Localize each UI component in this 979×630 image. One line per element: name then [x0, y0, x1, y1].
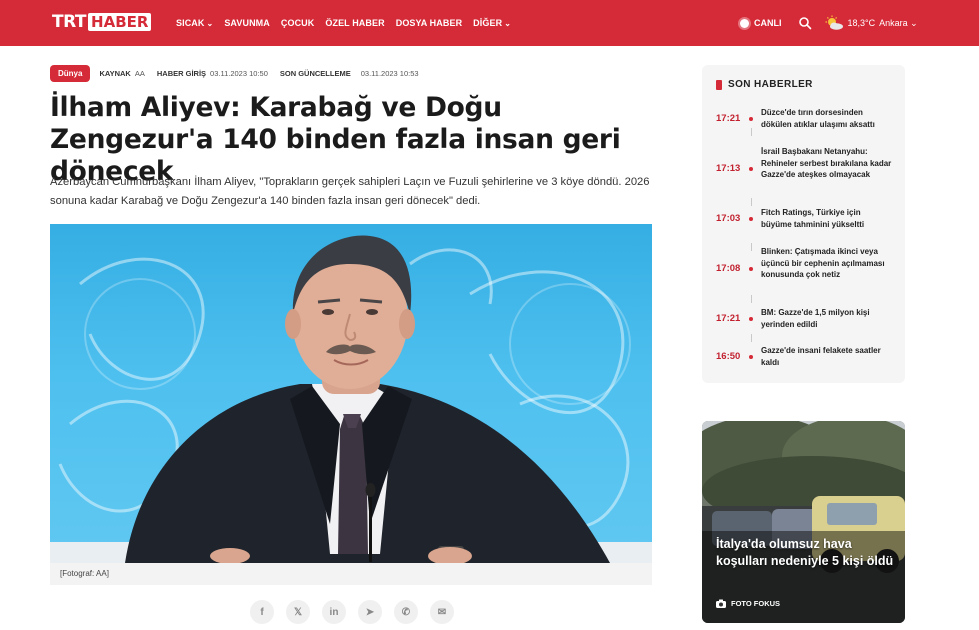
email-icon[interactable]: ✉	[430, 600, 454, 624]
timeline-divider	[750, 334, 752, 342]
bullet-icon	[749, 117, 753, 121]
nav-item-diger[interactable]: DİĞER ⌄	[473, 18, 511, 28]
news-time: 17:03	[716, 213, 741, 224]
whatsapp-icon[interactable]: ✆	[394, 600, 418, 624]
news-time: 17:21	[716, 313, 741, 324]
news-headline: Düzce'de tırın dorsesinden dökülen atıkl…	[761, 108, 875, 129]
news-headline: İsrail Başbakanı Netanyahu: Rehineler se…	[761, 147, 892, 179]
news-item[interactable]: 17:21 BM: Gazze'de 1,5 milyon kişi yerin…	[702, 307, 905, 331]
news-time: 17:21	[716, 113, 741, 124]
photo-story-image	[702, 421, 905, 623]
photo-badge-label: FOTO FOKUS	[731, 599, 781, 608]
photo-story-title: İtalya'da olumsuz hava koşulları nedeniy…	[716, 537, 894, 568]
category-badge[interactable]: Dünya	[50, 65, 91, 82]
nav-item-savunma[interactable]: SAVUNMA	[224, 18, 270, 28]
bullet-icon	[749, 355, 753, 359]
camera-icon	[716, 599, 726, 608]
updated-value: 03.11.2023 10:53	[360, 69, 419, 78]
image-caption: [Fotograf: AA]	[60, 569, 109, 578]
photo-badge: FOTO FOKUS	[716, 599, 780, 608]
article-hero-image	[50, 224, 652, 563]
nav-item-cocuk[interactable]: ÇOCUK	[281, 18, 315, 28]
chevron-down-icon: ⌄	[910, 17, 918, 28]
news-time: 17:08	[716, 263, 741, 274]
x-icon[interactable]: 𝕏	[286, 600, 310, 624]
news-item[interactable]: 17:21 Düzce'de tırın dorsesinden dökülen…	[702, 106, 905, 130]
latest-news-title[interactable]: SON HABERLER	[728, 79, 813, 90]
published-value: 03.11.2023 10:50	[210, 69, 268, 78]
logo-trt-text: TRT	[52, 12, 87, 32]
news-time: 16:50	[716, 351, 741, 362]
published-label: HABER GİRİŞ	[156, 69, 207, 78]
news-time: 17:13	[716, 163, 741, 174]
bullet-icon	[749, 267, 753, 271]
facebook-icon[interactable]: f	[250, 600, 274, 624]
news-headline: BM: Gazze'de 1,5 milyon kişi yerinden ed…	[761, 308, 870, 329]
updated-label: SON GÜNCELLEME	[279, 69, 351, 78]
nav-label: SICAK	[176, 18, 205, 28]
nav-label: DOSYA HABER	[395, 18, 463, 28]
news-item[interactable]: 17:08 Blinken: Çatışmada ikinci veya üçü…	[702, 246, 905, 292]
timeline-divider	[750, 198, 752, 206]
latest-news-card: SON HABERLER 17:21 Düzce'de tırın dorses…	[702, 65, 905, 383]
bullet-icon	[749, 167, 753, 171]
city-label: Ankara	[879, 17, 908, 28]
source-value: AA	[134, 69, 145, 78]
bullet-icon	[749, 217, 753, 221]
article-lead: Azerbaycan Cumhurbaşkanı İlham Aliyev, "…	[50, 176, 650, 207]
top-navigation-bar: TRT HABER SICAK ⌄ SAVUNMA ÇOCUK ÖZEL HABE…	[0, 0, 979, 46]
news-item[interactable]: 17:03 Fitch Ratings, Türkiye için büyüme…	[702, 206, 905, 230]
timeline-divider	[750, 295, 752, 303]
latest-news-header: SON HABERLER	[716, 79, 813, 90]
share-buttons: f 𝕏 in ➤ ✆ ✉	[250, 600, 454, 624]
news-item[interactable]: 16:50 Gazze'de insani felakete saatler k…	[702, 345, 905, 369]
news-headline: Fitch Ratings, Türkiye için büyüme tahmi…	[761, 208, 865, 229]
news-headline: Blinken: Çatışmada ikinci veya üçüncü bi…	[761, 247, 885, 279]
source-label: KAYNAK	[99, 69, 131, 78]
nav-label: ÇOCUK	[280, 18, 315, 28]
telegram-icon[interactable]: ➤	[358, 600, 382, 624]
live-label: CANLI	[754, 18, 782, 28]
temperature-value: 18,3°C	[847, 18, 876, 28]
news-item[interactable]: 17:13 İsrail Başbakanı Netanyahu: Rehine…	[702, 145, 905, 181]
nav-item-ozel-haber[interactable]: ÖZEL HABER	[325, 18, 384, 28]
nav-label: SAVUNMA	[224, 18, 270, 28]
nav-label: ÖZEL HABER	[325, 18, 385, 28]
sun-cloud-icon	[825, 15, 843, 30]
nav-item-dosya-haber[interactable]: DOSYA HABER	[396, 18, 462, 28]
article-meta: Dünya KAYNAK AA HABER GİRİŞ 03.11.2023 1…	[50, 65, 419, 82]
news-headline: Gazze'de insani felakete saatler kaldı	[761, 346, 881, 367]
nav-label: DİĞER	[473, 18, 503, 28]
section-marker-icon	[716, 79, 722, 90]
trt-haber-logo[interactable]: TRT HABER	[52, 12, 152, 32]
photo-story-card[interactable]: İtalya'da olumsuz hava koşulları nedeniy…	[702, 421, 905, 623]
city-selector[interactable]: Ankara ⌄	[879, 18, 918, 29]
image-caption-bar: [Fotograf: AA]	[50, 563, 652, 585]
chevron-down-icon: ⌄	[504, 19, 511, 28]
header-tools: CANLI 18,3°C Ankara ⌄	[740, 0, 918, 46]
live-button[interactable]: CANLI	[740, 18, 782, 28]
search-icon[interactable]	[798, 16, 812, 30]
live-dot-icon	[740, 18, 749, 28]
linkedin-icon[interactable]: in	[322, 600, 346, 624]
bullet-icon	[749, 317, 753, 321]
nav-item-sicak[interactable]: SICAK ⌄	[176, 18, 213, 28]
speaker-photo	[50, 235, 652, 563]
chevron-down-icon: ⌄	[206, 19, 214, 28]
logo-haber-text: HABER	[88, 13, 152, 31]
main-nav: SICAK ⌄ SAVUNMA ÇOCUK ÖZEL HABER DOSYA HA…	[176, 0, 511, 46]
